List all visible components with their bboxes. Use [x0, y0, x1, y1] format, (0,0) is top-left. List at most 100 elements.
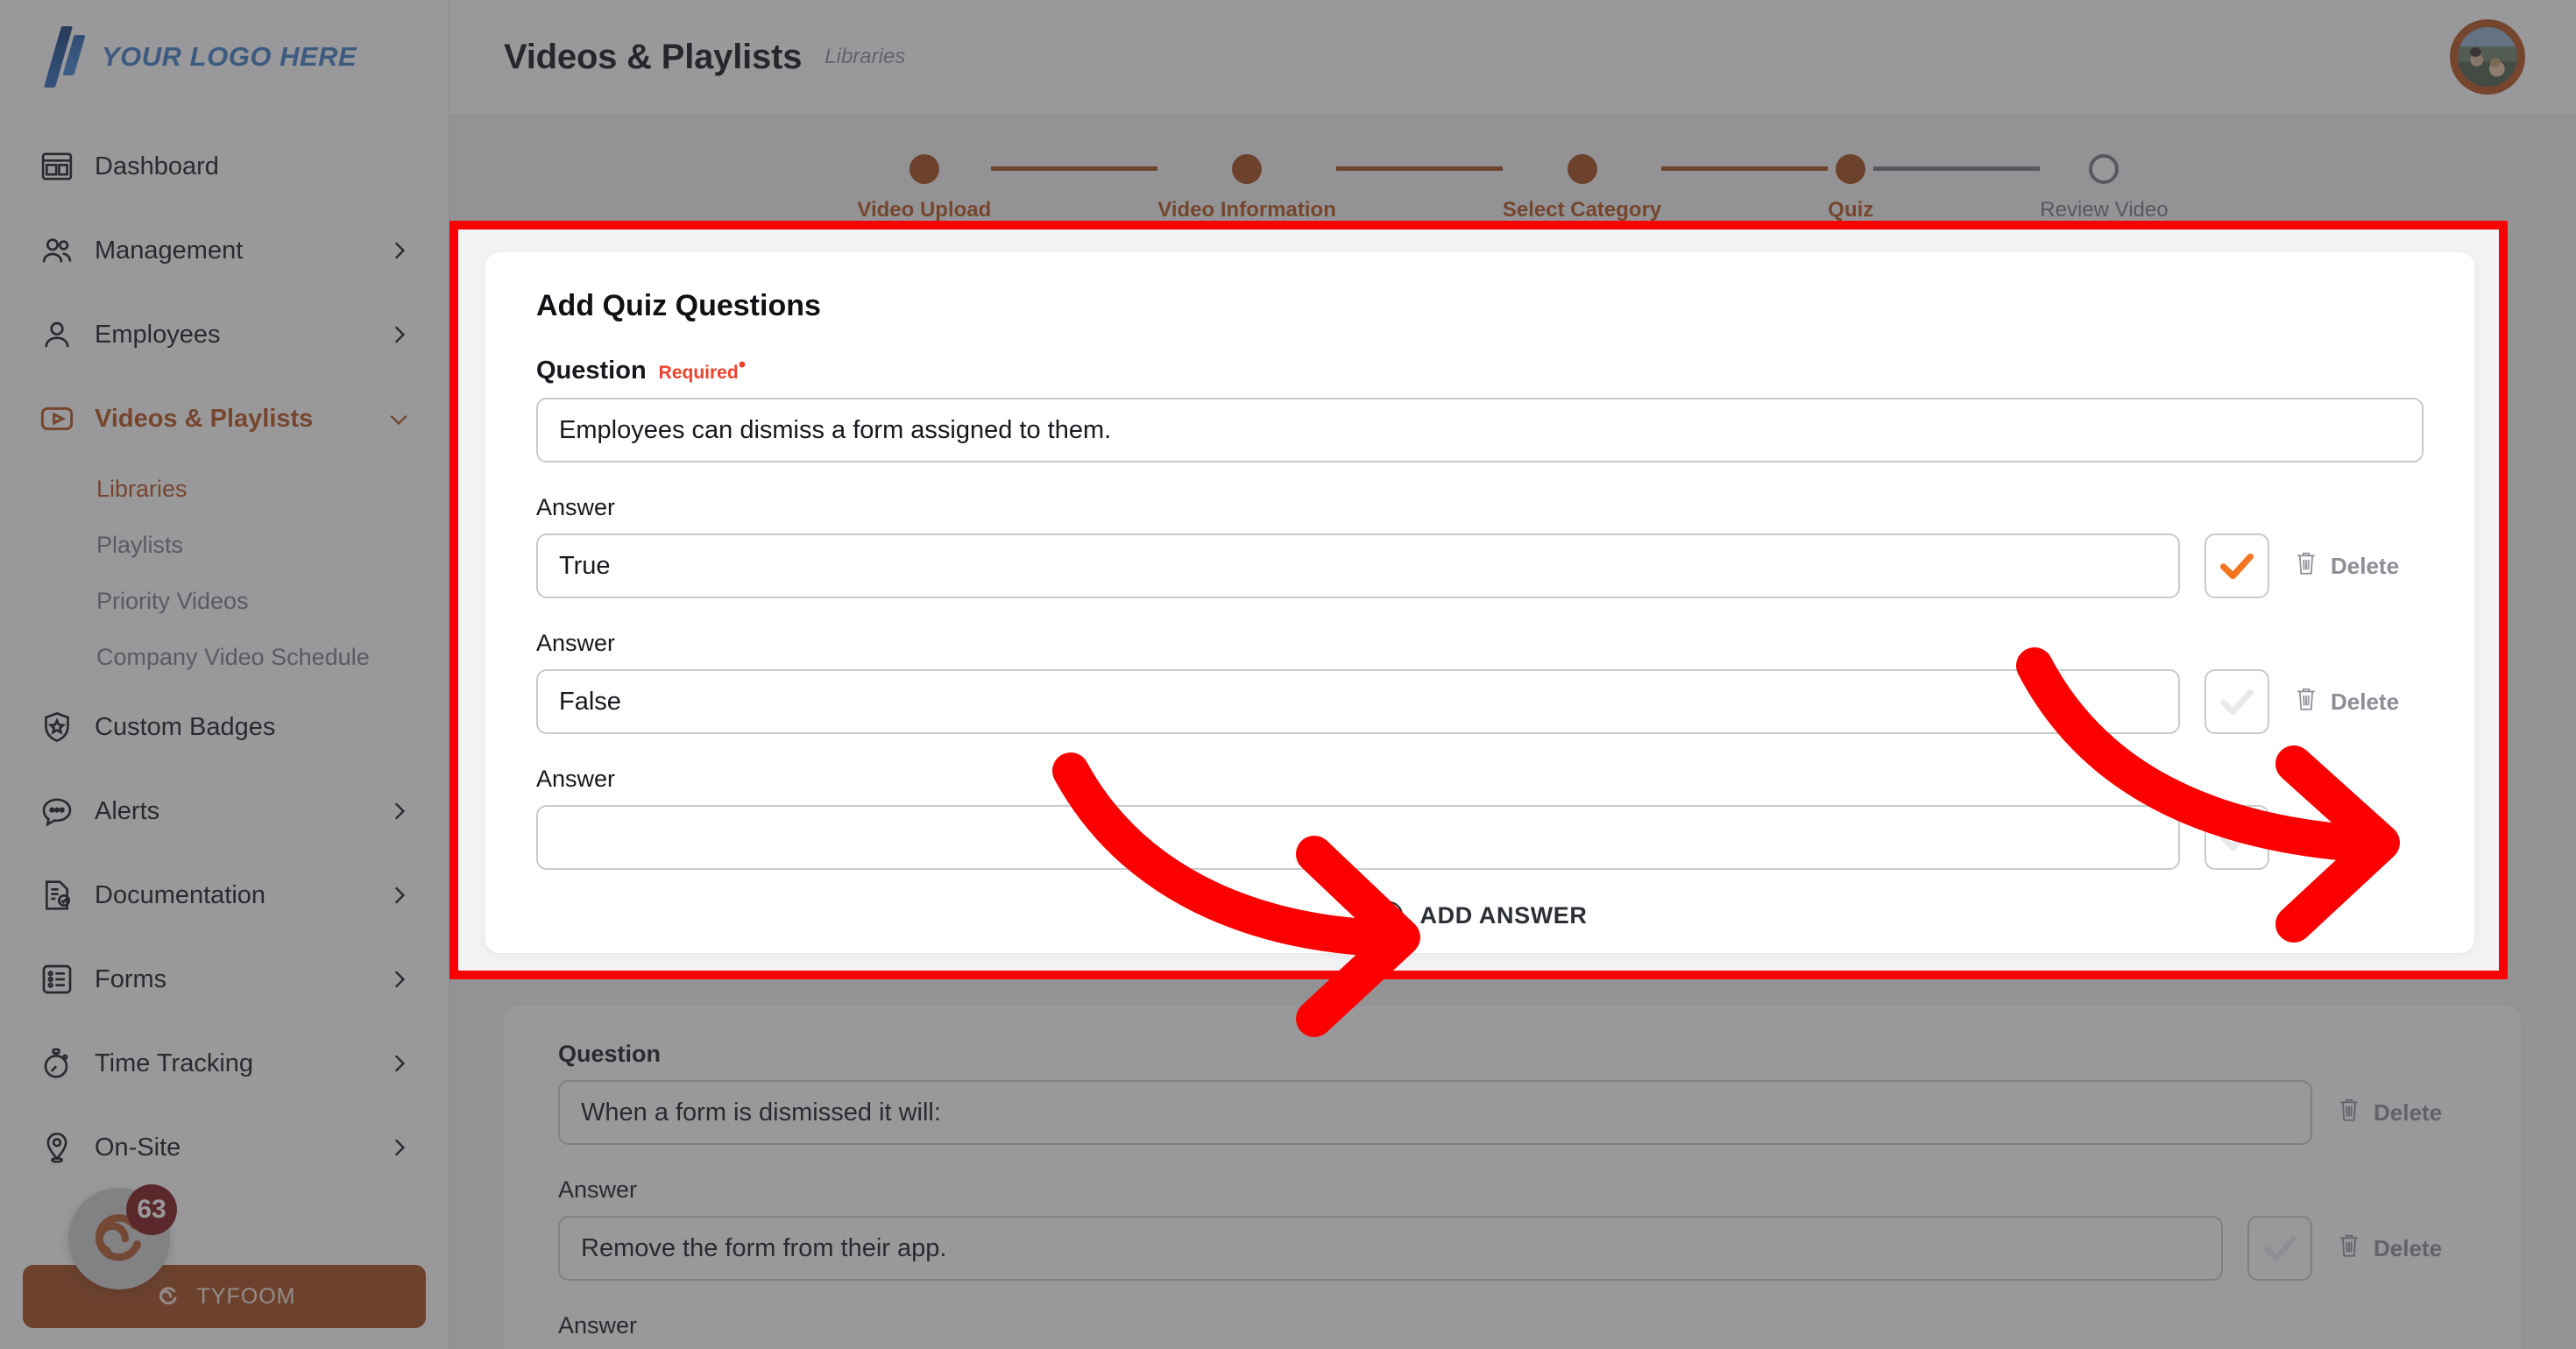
- question-row: Employees can dismiss a form assigned to…: [536, 398, 2424, 463]
- step-label: Select Category: [1502, 198, 1662, 222]
- step-connector: [1873, 166, 2041, 171]
- app-logo[interactable]: YOUR LOGO HERE: [0, 0, 449, 114]
- sidebar-subitem-label: Priority Videos: [96, 587, 249, 614]
- answer-label: Answer: [536, 630, 616, 656]
- sidebar-subitem-label: Company Video Schedule: [96, 643, 370, 670]
- sidebar-nav: Dashboard Management Employees Videos & …: [0, 114, 449, 1190]
- question-label: Question: [536, 357, 647, 385]
- answer-label: Answer: [558, 1312, 638, 1338]
- form-list-icon: [39, 961, 75, 998]
- sidebar-item-label: Alerts: [95, 796, 160, 825]
- sidebar-item-time-tracking[interactable]: Time Tracking: [0, 1021, 449, 1105]
- user-icon: [39, 316, 75, 353]
- answer-row: Remove the form from their app. Delete: [558, 1216, 2466, 1281]
- sidebar-item-management[interactable]: Management: [0, 208, 449, 293]
- tyfoom-fab-button[interactable]: 63: [68, 1184, 177, 1289]
- sidebar-subitem-libraries[interactable]: Libraries: [0, 461, 449, 517]
- step-label: Video Upload: [857, 198, 992, 222]
- answer-row: Delete: [536, 805, 2424, 870]
- delete-answer-button[interactable]: Delete: [2337, 1232, 2466, 1265]
- answer-input[interactable]: Remove the form from their app.: [558, 1216, 2223, 1281]
- sidebar-item-employees[interactable]: Employees: [0, 293, 449, 377]
- question-input[interactable]: Employees can dismiss a form assigned to…: [536, 398, 2424, 463]
- sidebar-item-label: Videos & Playlists: [95, 404, 314, 433]
- sidebar-item-label: Forms: [95, 964, 167, 993]
- answer-correct-checkbox[interactable]: [2204, 533, 2269, 598]
- sidebar-item-label: Employees: [95, 320, 221, 349]
- delete-label: Delete: [2374, 1234, 2443, 1261]
- step-connector: [1661, 166, 1829, 171]
- sidebar-item-label: Custom Badges: [95, 712, 276, 741]
- sidebar-subitem-label: Playlists: [96, 531, 184, 558]
- step-quiz[interactable]: Quiz: [1828, 138, 1873, 222]
- step-dot: [2089, 154, 2120, 184]
- step-label: Video Information: [1157, 198, 1336, 222]
- delete-answer-button[interactable]: Delete: [2294, 686, 2424, 718]
- sidebar-subitem-playlists[interactable]: Playlists: [0, 517, 449, 573]
- trash-icon: [2337, 1232, 2361, 1265]
- stopwatch-icon: [39, 1045, 75, 1082]
- sidebar-subitem-company-video-schedule[interactable]: Company Video Schedule: [0, 629, 449, 685]
- stepper-steps: Video Upload Video Information Select Ca…: [857, 138, 2169, 222]
- logo-mark-icon: [43, 23, 88, 91]
- chat-dots-icon: [39, 793, 75, 830]
- answer-label: Answer: [536, 494, 616, 520]
- chevron-right-icon: [387, 323, 410, 346]
- trash-icon: [2294, 686, 2318, 718]
- answer-row: False Delete: [536, 669, 2424, 734]
- answer-correct-checkbox[interactable]: [2204, 669, 2269, 734]
- sidebar-item-documentation[interactable]: Documentation: [0, 853, 449, 937]
- sidebar-item-label: Time Tracking: [95, 1049, 254, 1077]
- notification-badge: 63: [126, 1184, 177, 1235]
- answer-input[interactable]: False: [536, 669, 2180, 734]
- sidebar-item-label: Dashboard: [95, 152, 219, 180]
- answer-correct-checkbox[interactable]: [2204, 805, 2269, 870]
- question-label: Question: [558, 1041, 662, 1067]
- card-title: Add Quiz Questions: [536, 289, 821, 322]
- answer-input[interactable]: [536, 805, 2180, 870]
- sidebar-item-videos-playlists[interactable]: Videos & Playlists: [0, 377, 449, 461]
- step-video-information[interactable]: Video Information: [1157, 138, 1336, 222]
- page-title: Videos & Playlists: [504, 37, 803, 76]
- doc-check-icon: [39, 877, 75, 914]
- step-select-category[interactable]: Select Category: [1503, 138, 1661, 222]
- chevron-right-icon: [387, 1052, 410, 1075]
- sidebar-subitem-priority-videos[interactable]: Priority Videos: [0, 573, 449, 629]
- quiz-question-card-2: Question When a form is dismissed it wil…: [504, 1006, 2521, 1349]
- delete-question-button[interactable]: Delete: [2337, 1097, 2466, 1129]
- step-dot: [1836, 154, 1866, 184]
- trash-icon: [2294, 550, 2318, 583]
- sidebar-item-label: Documentation: [95, 880, 266, 909]
- answer-row: True Delete: [536, 533, 2424, 598]
- sidebar-item-custom-badges[interactable]: Custom Badges: [0, 685, 449, 769]
- step-label: Review Video: [2040, 198, 2169, 222]
- shield-star-icon: [39, 709, 75, 745]
- add-answer-label: ADD ANSWER: [1419, 901, 1588, 929]
- required-badge: Required•: [658, 353, 747, 383]
- delete-label: Delete: [2331, 552, 2400, 579]
- trash-icon: [2294, 822, 2318, 854]
- question-input[interactable]: When a form is dismissed it will:: [558, 1080, 2312, 1145]
- plus-circle-icon: [1373, 900, 1405, 931]
- step-video-upload[interactable]: Video Upload: [857, 138, 991, 222]
- sidebar: YOUR LOGO HERE Dashboard Management Empl…: [0, 0, 449, 1349]
- avatar-photo: [2458, 27, 2517, 87]
- chevron-right-icon: [387, 239, 410, 262]
- avatar[interactable]: [2450, 19, 2525, 95]
- sidebar-item-dashboard[interactable]: Dashboard: [0, 124, 449, 208]
- step-dot: [1232, 154, 1263, 184]
- logo-text: YOUR LOGO HERE: [102, 41, 357, 72]
- answer-correct-checkbox[interactable]: [2247, 1216, 2312, 1281]
- sidebar-subitem-label: Libraries: [96, 475, 188, 502]
- sidebar-item-alerts[interactable]: Alerts: [0, 769, 449, 853]
- sidebar-item-forms[interactable]: Forms: [0, 937, 449, 1021]
- answer-input[interactable]: True: [536, 533, 2180, 598]
- delete-answer-button[interactable]: Delete: [2294, 822, 2424, 854]
- dashboard-icon: [39, 148, 75, 185]
- map-pin-icon: [39, 1129, 75, 1166]
- step-review-video[interactable]: Review Video: [2040, 138, 2169, 222]
- sidebar-item-on-site[interactable]: On-Site: [0, 1105, 449, 1190]
- delete-answer-button[interactable]: Delete: [2294, 550, 2424, 583]
- tyfoom-spiral-icon: [153, 1282, 183, 1311]
- add-answer-button[interactable]: ADD ANSWER: [536, 900, 2424, 931]
